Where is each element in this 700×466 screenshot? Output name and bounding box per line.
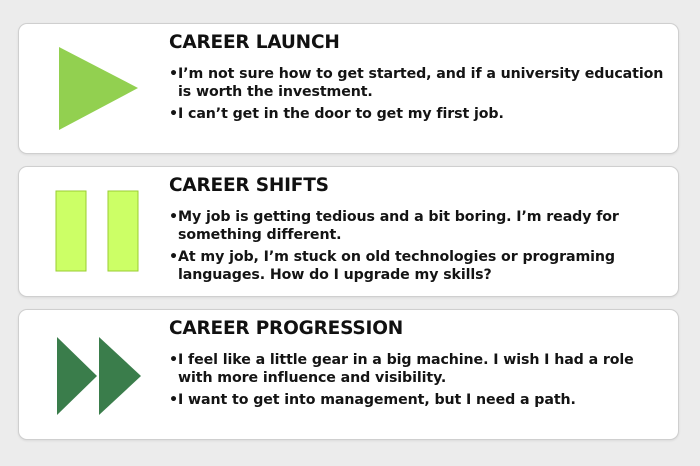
list-item: • At my job, I’m stuck on old technologie… <box>169 249 615 283</box>
bullet-list: • I feel like a little gear in a big mach… <box>169 351 668 409</box>
section-title: CAREER LAUNCH <box>169 32 340 53</box>
career-shifts-content: CAREER SHIFTS • My job is getting tedious… <box>169 175 668 288</box>
list-item: • I can’t get in the door to get my first… <box>169 106 504 122</box>
list-item: • I feel like a little gear in a big mach… <box>169 352 634 386</box>
play-icon <box>59 47 138 130</box>
list-item: • I’m not sure how to get started, and if… <box>169 66 664 100</box>
section-title: CAREER SHIFTS <box>169 175 329 196</box>
pause-icon <box>55 190 139 272</box>
list-item: • I want to get into management, but I ne… <box>169 392 576 408</box>
fast-forward-icon <box>57 337 141 415</box>
bullet-list: • My job is getting tedious and a bit bor… <box>169 208 668 284</box>
career-launch-card: CAREER LAUNCH • I’m not sure how to get s… <box>18 23 679 154</box>
list-item: • My job is getting tedious and a bit bor… <box>169 209 619 243</box>
bullet-list: • I’m not sure how to get started, and if… <box>169 65 668 123</box>
section-title: CAREER PROGRESSION <box>169 318 404 339</box>
career-launch-content: CAREER LAUNCH • I’m not sure how to get s… <box>169 32 668 127</box>
career-progression-card: CAREER PROGRESSION • I feel like a little… <box>18 309 679 440</box>
career-progression-content: CAREER PROGRESSION • I feel like a little… <box>169 318 668 413</box>
career-shifts-card: CAREER SHIFTS • My job is getting tedious… <box>18 166 679 297</box>
